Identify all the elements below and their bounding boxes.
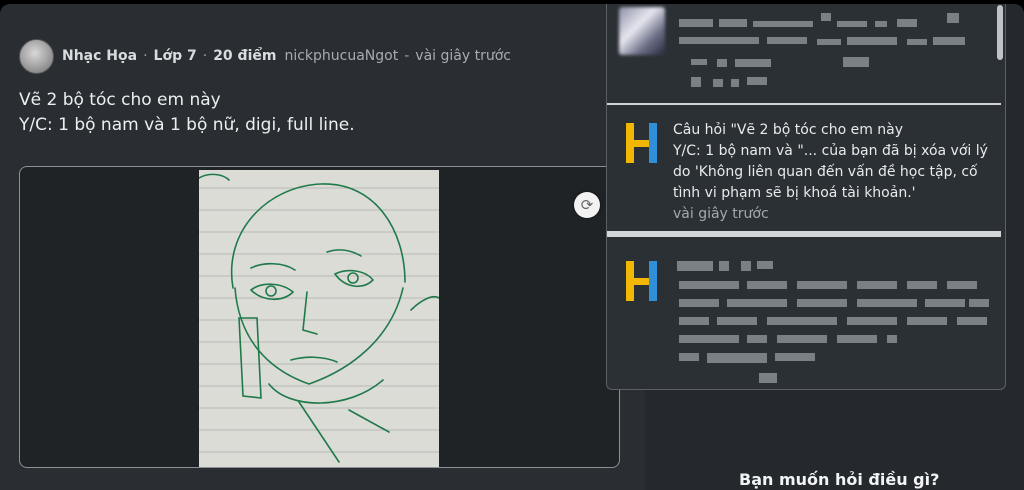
grade-link[interactable]: Lớp 7 <box>154 48 197 64</box>
question-line: Y/C: 1 bộ nam và 1 bộ nữ, digi, full lin… <box>19 115 355 135</box>
app-screen: Nhạc Họa · Lớp 7 · 20 điểm nickphucuaNgo… <box>0 4 1024 490</box>
user-avatar[interactable] <box>19 38 54 74</box>
post-time: vài giây trước <box>415 48 511 64</box>
question-line: Vẽ 2 bộ tóc cho em này <box>19 90 221 110</box>
attached-image[interactable] <box>19 166 620 468</box>
post-header: Nhạc Họa · Lớp 7 · 20 điểm nickphucuaNgo… <box>19 38 511 74</box>
points-label: 20 điểm <box>213 48 277 64</box>
author-separator: - <box>404 48 410 64</box>
question-text: Vẽ 2 bộ tóc cho em này Y/C: 1 bộ nam và … <box>19 88 355 138</box>
subject-link[interactable]: Nhạc Họa <box>62 48 137 64</box>
separator-dot: · <box>202 48 208 64</box>
panel-scrollbar[interactable] <box>997 5 1003 60</box>
refresh-icon[interactable]: ⟳ <box>574 192 600 218</box>
separator-dot: · <box>143 48 148 64</box>
notifications-panel: Câu hỏi "Vẽ 2 bộ tóc cho em này Y/C: 1 b… <box>606 4 1006 390</box>
author-name[interactable]: nickphucuaNgot <box>284 48 398 64</box>
sketch-image <box>199 170 439 467</box>
ask-question-title: Bạn muốn hỏi điều gì? <box>739 470 940 489</box>
blurred-content <box>677 13 989 383</box>
